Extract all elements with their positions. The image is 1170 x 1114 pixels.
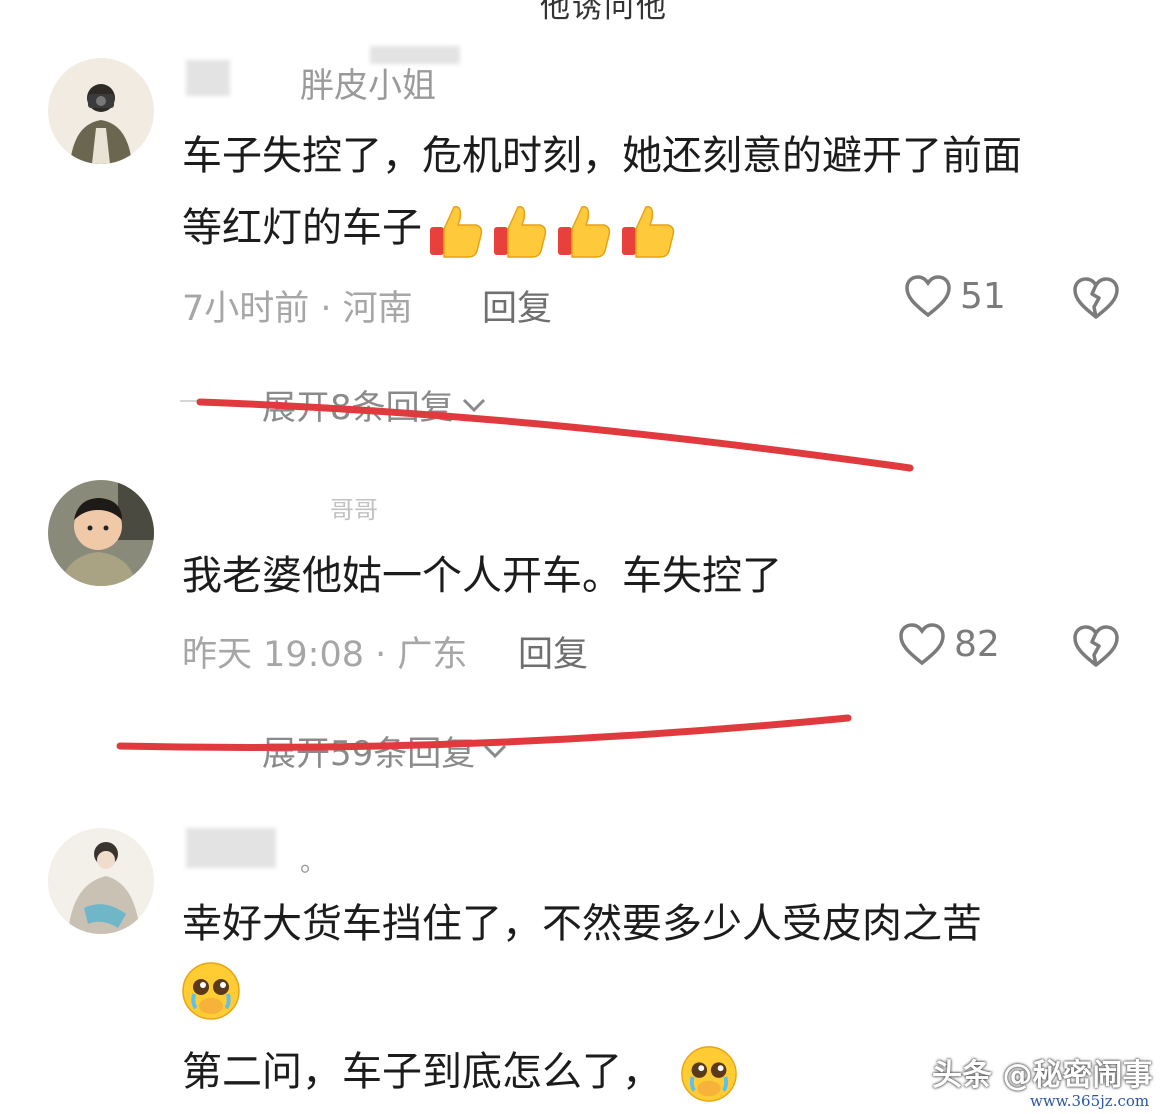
heart-icon [905, 275, 951, 318]
watermark: 头条 @秘密闹事 [932, 1058, 1153, 1093]
comment-time-location: 昨天 19:08 · 广东 [182, 635, 468, 675]
comment-text-line: 我老婆他姑一个人开车。车失控了 [182, 553, 782, 599]
comment-text-line-with-emoji: 第二问，车子到底怎么了， [182, 1036, 739, 1108]
broken-heart-icon[interactable] [1072, 624, 1120, 668]
comment-text: 等红灯的车子 [182, 205, 422, 251]
like-count: 51 [960, 275, 1006, 317]
pleading-face-icon [182, 962, 240, 1020]
emoji-line [180, 960, 242, 1045]
avatar[interactable] [48, 480, 154, 586]
reply-button[interactable]: 回复 [518, 626, 588, 677]
username[interactable]: 。 [300, 842, 326, 879]
expand-replies-label: 展开59条回复 [262, 734, 476, 774]
avatar[interactable] [48, 828, 154, 934]
pleading-face-icon [680, 1046, 737, 1102]
watermark-url: www.365jz.com [1030, 1092, 1150, 1110]
comment-text-line: 幸好大货车挡住了，不然要多少人受皮肉之苦 [182, 901, 982, 947]
thumbs-up-icon [494, 206, 547, 258]
broken-heart-icon[interactable] [1072, 276, 1120, 320]
like-button[interactable]: 82 [898, 622, 1000, 666]
heart-icon [899, 623, 945, 666]
thumbs-up-emoji-group [422, 205, 678, 258]
comment-text: 第二问，车子到底怎么了， [182, 1049, 662, 1095]
username[interactable]: 胖皮小姐 [300, 58, 436, 107]
expand-replies-button[interactable]: 展开8条回复 [262, 380, 488, 429]
username[interactable]: 哥哥 [330, 490, 378, 525]
comment-time-location: 7小时前 · 河南 [182, 289, 413, 329]
expand-replies-label: 展开8条回复 [262, 388, 454, 428]
chevron-down-icon [484, 744, 507, 758]
expand-replies-button[interactable]: 展开59条回复 [262, 726, 509, 775]
thumbs-up-icon [430, 206, 483, 258]
previous-comment-fragment: 他诱问他 [540, 0, 668, 25]
divider-line [180, 400, 240, 402]
reply-button[interactable]: 回复 [482, 280, 552, 331]
chevron-down-icon [462, 398, 485, 412]
username-redaction [186, 60, 230, 96]
like-button[interactable]: 51 [904, 274, 1006, 318]
comment-text-line-with-emoji: 等红灯的车子 [182, 192, 678, 264]
thumbs-up-icon [558, 206, 611, 258]
thumbs-up-icon [622, 206, 675, 258]
like-count: 82 [954, 623, 1000, 665]
comment-text-line: 车子失控了，危机时刻，她还刻意的避开了前面 [182, 133, 1022, 179]
username-redaction [186, 828, 276, 868]
avatar[interactable] [48, 58, 154, 164]
divider-line [180, 746, 240, 748]
